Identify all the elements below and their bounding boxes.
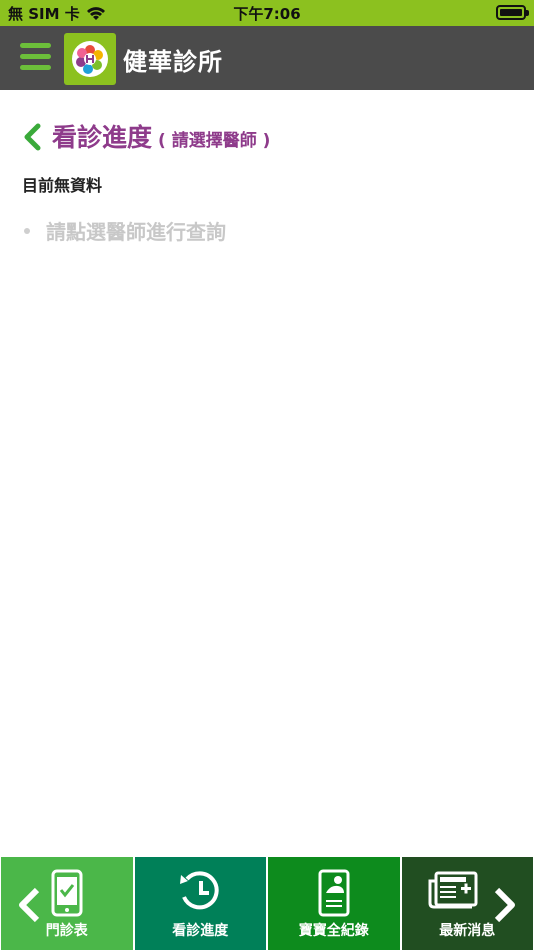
menu-button[interactable]: [20, 43, 51, 73]
hamburger-line: [20, 43, 51, 48]
nav-label: 門診表: [45, 923, 88, 939]
chevron-left-icon[interactable]: [20, 122, 46, 152]
hint-text: 請點選醫師進行查詢: [46, 220, 226, 244]
hint-item: 請點選醫師進行查詢: [24, 216, 226, 245]
page-subtitle[interactable]: ( 請選擇醫師 ): [158, 126, 270, 151]
logo-circle: [72, 41, 108, 77]
nav-baby-record[interactable]: 寶寶全紀錄: [268, 857, 400, 950]
bottom-nav: 門診表 看診進度 寶寶全紀錄 最新消息: [0, 855, 534, 950]
hamburger-line: [20, 65, 51, 70]
nav-progress[interactable]: 看診進度: [134, 857, 266, 950]
nav-news[interactable]: 最新消息: [401, 857, 533, 950]
arrow-left-icon: [19, 887, 40, 923]
bullet-dot: [24, 227, 30, 234]
page-title: 看診進度: [52, 123, 153, 152]
clinic-name: 健華診所: [123, 48, 223, 76]
page-title-row: 看診進度 ( 請選擇醫師 ): [20, 116, 270, 154]
nav-label: 最新消息: [439, 923, 496, 939]
hamburger-line: [20, 54, 51, 59]
arrow-right-icon: [494, 887, 515, 923]
baby-book-icon: [318, 869, 350, 917]
history-clock-icon: [180, 871, 219, 910]
status-bar: 無 SIM 卡 下午7:06: [0, 0, 534, 26]
app-header: 健華診所: [0, 26, 534, 90]
nav-label: 寶寶全紀錄: [298, 923, 369, 939]
battery-icon: [496, 5, 529, 20]
clinic-logo: [64, 33, 116, 85]
nav-schedule[interactable]: 門診表: [1, 857, 133, 950]
status-time: 下午7:06: [233, 5, 301, 23]
news-icon: [428, 871, 478, 909]
nav-label: 看診進度: [172, 923, 229, 939]
phone-check-icon: [51, 869, 83, 917]
flower-icon: [76, 45, 103, 74]
no-data-text: 目前無資料: [22, 176, 103, 195]
